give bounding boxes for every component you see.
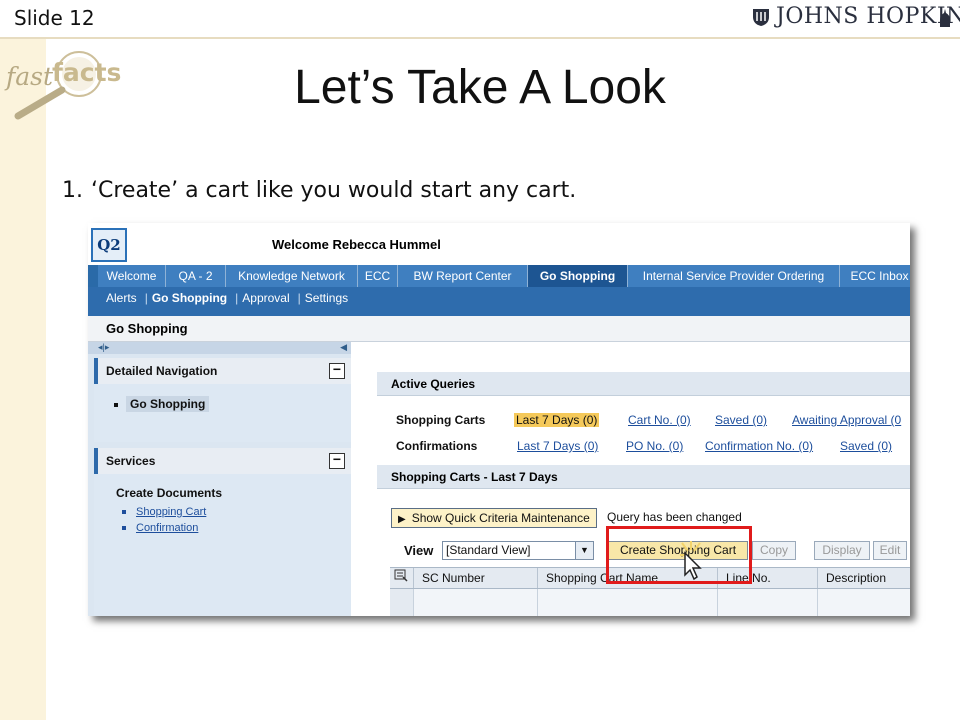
services-header: Services − <box>94 448 351 474</box>
slide-side-band <box>0 38 46 720</box>
detailed-navigation-body: Go Shopping <box>94 384 351 442</box>
subnav-separator: | <box>297 291 301 305</box>
results-header: Shopping Carts - Last 7 Days <box>377 465 910 489</box>
tab-knowledge-network[interactable]: Knowledge Network <box>226 265 358 287</box>
page-title: Go Shopping <box>88 316 910 342</box>
subnav-separator: | <box>144 291 148 305</box>
expand-arrow-icon: ▶ <box>398 514 406 525</box>
bullet-number: 1. <box>62 178 83 203</box>
bullet-item: 1. ‘Create’ a cart like you would start a… <box>62 178 576 203</box>
conf-saved[interactable]: Saved (0) <box>840 439 892 453</box>
q2-logo: Q2 <box>91 228 127 262</box>
detailed-navigation-title: Detailed Navigation <box>106 364 218 378</box>
query-awaiting-approval[interactable]: Awaiting Approval (0 <box>792 413 901 427</box>
query-saved[interactable]: Saved (0) <box>715 413 767 427</box>
collapse-button[interactable]: − <box>329 452 345 469</box>
slide-top-rule <box>0 37 960 39</box>
chevron-down-icon[interactable]: ▼ <box>575 542 593 559</box>
edit-button[interactable]: Edit <box>873 541 907 560</box>
tab-welcome[interactable]: Welcome <box>98 265 166 287</box>
top-tabs: Welcome QA - 2 Knowledge Network ECC BW … <box>88 265 910 287</box>
slide-title: Let’s Take A Look <box>294 61 666 114</box>
link-confirmation[interactable]: Confirmation <box>122 522 198 534</box>
create-documents-title: Create Documents <box>116 486 223 500</box>
bullet-text: ‘Create’ a cart like you would start any… <box>91 178 577 203</box>
subnav-go-shopping[interactable]: Go Shopping <box>152 291 227 305</box>
subnav-approval[interactable]: Approval <box>242 291 289 305</box>
query-last-7-days[interactable]: Last 7 Days (0) <box>514 413 600 427</box>
column-description[interactable]: Description <box>818 568 910 588</box>
welcome-bar: Q2 Welcome Rebecca Hummel <box>88 223 910 265</box>
tab-qa2[interactable]: QA - 2 <box>166 265 226 287</box>
johns-hopkins-logo: JOHNS HOPKINS <box>752 4 960 30</box>
welcome-message: Welcome Rebecca Hummel <box>272 237 441 252</box>
tab-go-shopping[interactable]: Go Shopping <box>528 265 628 287</box>
display-button[interactable]: Display <box>814 541 870 560</box>
shopping-carts-label: Shopping Carts <box>396 413 486 427</box>
view-select-value: [Standard View] <box>446 543 531 557</box>
detailed-navigation-header: Detailed Navigation − <box>94 358 351 384</box>
link-label: Confirmation <box>136 522 199 534</box>
button-label: Show Quick Criteria Maintenance <box>411 511 590 525</box>
link-shopping-cart[interactable]: Shopping Cart <box>122 506 206 518</box>
query-cart-no[interactable]: Cart No. (0) <box>628 413 691 427</box>
query-changed-notice: Query has been changed <box>607 510 742 524</box>
conf-confirmation-no[interactable]: Confirmation No. (0) <box>705 439 813 453</box>
table-settings-icon[interactable] <box>390 568 414 588</box>
services-body: Create Documents Shopping Cart Confirmat… <box>94 474 351 616</box>
table-cell <box>538 589 718 616</box>
view-select[interactable]: [Standard View] ▼ <box>442 541 594 560</box>
column-sc-number[interactable]: SC Number <box>414 568 538 588</box>
subnav-separator: | <box>235 291 239 305</box>
shield-icon <box>753 9 769 26</box>
sub-navigation: Alerts | Go Shopping | Approval | Settings <box>88 287 910 316</box>
mouse-pointer-icon <box>680 541 702 581</box>
view-label: View <box>404 543 434 558</box>
subnav-settings[interactable]: Settings <box>305 291 348 305</box>
panel-toggle-strip: ◂|▸ ◀ <box>88 342 351 354</box>
bullet-icon <box>122 510 126 515</box>
active-queries-header: Active Queries <box>377 372 910 396</box>
slide-number: Slide 12 <box>14 6 95 30</box>
services-title: Services <box>106 454 156 468</box>
nav-item-go-shopping[interactable]: Go Shopping <box>114 396 210 412</box>
show-quick-criteria-button[interactable]: ▶ Show Quick Criteria Maintenance <box>391 508 597 528</box>
panel-arrows-icon[interactable]: ◂|▸ <box>98 342 109 353</box>
confirmations-label: Confirmations <box>396 439 478 453</box>
results-table-body <box>390 589 910 616</box>
bullet-icon <box>122 526 126 531</box>
link-label: Shopping Cart <box>136 506 207 518</box>
collapse-button[interactable]: − <box>329 362 345 379</box>
dome-icon <box>940 9 950 27</box>
subnav-alerts[interactable]: Alerts <box>106 291 137 305</box>
left-navigation-panel: ◂|▸ ◀ Detailed Navigation − Go Shopping … <box>88 342 351 616</box>
table-cell <box>414 589 538 616</box>
tab-bw-report-center[interactable]: BW Report Center <box>398 265 528 287</box>
collapse-panel-icon[interactable]: ◀ <box>340 342 347 353</box>
tab-ecc-inbox[interactable]: ECC Inbox <box>840 265 910 287</box>
logo-text: JOHNS HOPKINS <box>776 4 960 29</box>
bullet-icon <box>114 402 118 407</box>
nav-item-label: Go Shopping <box>126 396 210 412</box>
tab-ecc[interactable]: ECC <box>358 265 398 287</box>
conf-last-7-days[interactable]: Last 7 Days (0) <box>517 439 598 453</box>
app-screenshot: Q2 Welcome Rebecca Hummel Welcome QA - 2… <box>88 223 910 616</box>
conf-po-no[interactable]: PO No. (0) <box>626 439 683 453</box>
table-row-selector[interactable] <box>390 589 414 616</box>
table-cell <box>718 589 818 616</box>
copy-button[interactable]: Copy <box>752 541 796 560</box>
tab-internal-service-provider[interactable]: Internal Service Provider Ordering <box>628 265 840 287</box>
